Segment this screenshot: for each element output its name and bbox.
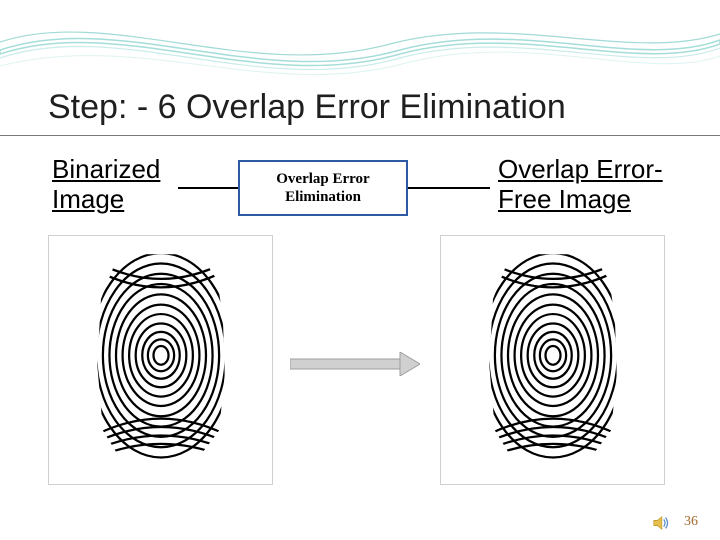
connector-line-left	[178, 187, 238, 189]
fingerprint-image-error-free	[440, 235, 665, 485]
fingerprint-image-binarized	[48, 235, 273, 485]
process-box-overlap-error-elimination: Overlap ErrorElimination	[238, 160, 408, 216]
label-binarized-image: BinarizedImage	[52, 155, 160, 215]
page-number: 36	[684, 514, 698, 530]
arrow-icon	[290, 352, 420, 376]
slide-title: Step: - 6 Overlap Error Elimination	[48, 88, 690, 131]
sound-icon	[652, 514, 670, 532]
label-error-free-image: Overlap Error-Free Image	[498, 155, 663, 215]
wave-decoration	[0, 0, 720, 95]
connector-line-right	[408, 187, 490, 189]
title-underline	[0, 135, 720, 136]
